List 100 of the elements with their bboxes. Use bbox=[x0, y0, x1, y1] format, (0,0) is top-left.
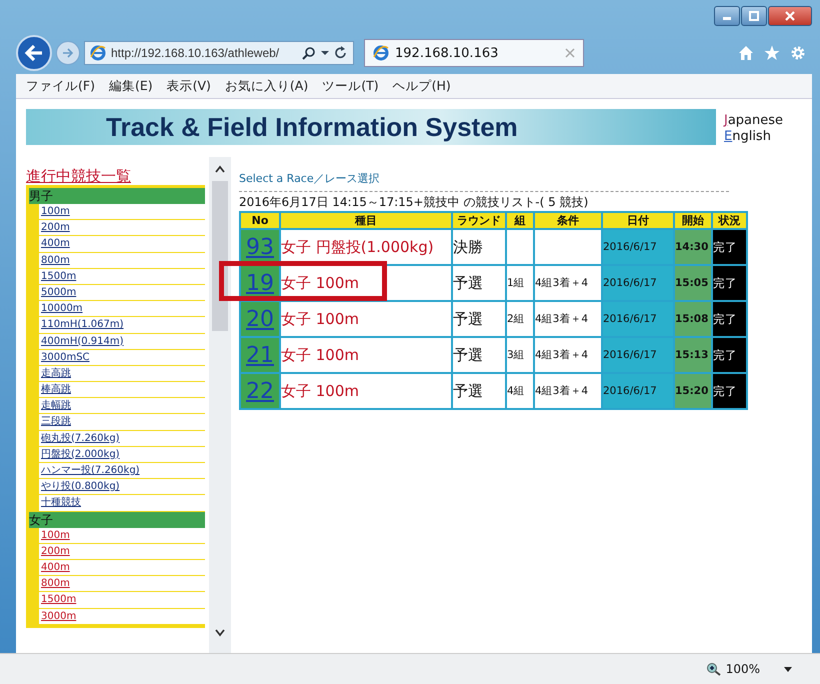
start-time-cell: 15:20 bbox=[675, 374, 711, 408]
tab-title: 192.168.10.163 bbox=[395, 46, 500, 60]
column-header: 日付 bbox=[603, 213, 673, 228]
round-cell: 予選 bbox=[453, 338, 505, 372]
event-cell: 女子 100m bbox=[281, 338, 451, 372]
event-link[interactable]: 400m bbox=[39, 236, 205, 252]
date-cell: 2016/6/17 bbox=[603, 302, 673, 336]
event-link[interactable]: 110mH(1.067m) bbox=[39, 317, 205, 332]
round-cell: 予選 bbox=[453, 374, 505, 408]
event-link[interactable]: 円盤投(2.000kg) bbox=[39, 446, 205, 462]
condition-cell: 4組3着＋4 bbox=[535, 266, 601, 300]
event-link[interactable]: 200m bbox=[39, 220, 205, 236]
column-header: ラウンド bbox=[453, 213, 505, 228]
date-cell: 2016/6/17 bbox=[603, 374, 673, 408]
event-link[interactable]: 100m bbox=[39, 204, 205, 220]
group-cell: 3組 bbox=[507, 338, 533, 372]
condition-cell: 4組3着＋4 bbox=[535, 338, 601, 372]
event-link[interactable]: 棒高跳 bbox=[39, 382, 205, 398]
chevron-down-icon[interactable] bbox=[215, 629, 225, 637]
menu-item[interactable]: ツール(T) bbox=[322, 78, 379, 94]
scrollbar[interactable] bbox=[209, 157, 231, 653]
column-header: 種目 bbox=[281, 213, 451, 228]
section-heading: Select a Race／レース選択 bbox=[239, 171, 380, 186]
event-link[interactable]: 400m bbox=[39, 560, 205, 576]
event-link[interactable]: 800m bbox=[39, 252, 205, 268]
event-cell: 女子 100m bbox=[281, 374, 451, 408]
close-button[interactable] bbox=[768, 6, 812, 26]
event-link[interactable]: 200m bbox=[39, 544, 205, 559]
date-cell: 2016/6/17 bbox=[603, 266, 673, 300]
group-header: 女子 bbox=[29, 512, 205, 528]
event-link[interactable]: 3000m bbox=[39, 608, 205, 624]
event-link[interactable]: ハンマー投(7.260kg) bbox=[39, 463, 205, 478]
event-link[interactable]: 800m bbox=[39, 576, 205, 592]
menu-item[interactable]: 表示(V) bbox=[166, 78, 211, 94]
zoom-icon[interactable] bbox=[706, 662, 722, 676]
arrow-left-icon[interactable] bbox=[24, 44, 44, 62]
condition-cell: 4組3着＋4 bbox=[535, 374, 601, 408]
date-cell: 2016/6/17 bbox=[603, 338, 673, 372]
status-cell: 完了 bbox=[713, 266, 746, 300]
group-header: 男子 bbox=[29, 188, 205, 204]
sidebar-heading[interactable]: 進行中競技一覧 bbox=[26, 167, 205, 185]
scroll-thumb[interactable] bbox=[212, 181, 228, 331]
back-button[interactable] bbox=[16, 35, 52, 71]
event-cell: 女子 100m bbox=[281, 302, 451, 336]
event-link[interactable]: 1500m bbox=[39, 592, 205, 608]
event-link[interactable]: 5000m bbox=[39, 284, 205, 300]
round-cell: 決勝 bbox=[453, 230, 505, 264]
maximize-button[interactable] bbox=[741, 6, 767, 26]
event-link[interactable]: 10000m bbox=[39, 301, 205, 316]
event-link[interactable]: 1500m bbox=[39, 268, 205, 284]
globe-e-icon bbox=[90, 45, 106, 61]
event-link[interactable]: 3000mSC bbox=[39, 350, 205, 365]
group-cell bbox=[507, 230, 533, 264]
group-cell: 1組 bbox=[507, 266, 533, 300]
column-header: 組 bbox=[507, 213, 533, 228]
status-cell: 完了 bbox=[713, 230, 746, 264]
start-time-cell: 15:08 bbox=[675, 302, 711, 336]
title-banner: Track & Field Information System bbox=[26, 109, 716, 145]
event-link[interactable]: 100m bbox=[39, 528, 205, 543]
zoom-level[interactable]: 100% bbox=[726, 662, 760, 676]
star-icon[interactable] bbox=[764, 45, 780, 61]
address-field[interactable]: http://192.168.10.163/athleweb/ bbox=[84, 41, 354, 65]
status-cell: 完了 bbox=[713, 374, 746, 408]
group-cell: 4組 bbox=[507, 374, 533, 408]
event-link[interactable]: 400mH(0.914m) bbox=[39, 334, 205, 349]
event-cell: 女子 円盤投(1.000kg) bbox=[281, 230, 451, 264]
round-cell: 予選 bbox=[453, 266, 505, 300]
event-cell: 女子 100m bbox=[281, 266, 451, 300]
event-link[interactable]: 走幅跳 bbox=[39, 398, 205, 414]
start-time-cell: 14:30 bbox=[675, 230, 711, 264]
refresh-icon[interactable] bbox=[334, 46, 348, 60]
column-header: 開始 bbox=[675, 213, 711, 228]
event-link[interactable]: 三段跳 bbox=[39, 414, 205, 430]
date-cell: 2016/6/17 bbox=[603, 230, 673, 264]
language-link[interactable]: English bbox=[724, 129, 784, 145]
menu-item[interactable]: 編集(E) bbox=[108, 78, 153, 94]
event-link[interactable]: 十種競技 bbox=[39, 495, 205, 511]
menu-item[interactable]: お気に入り(A) bbox=[224, 78, 308, 94]
chevron-up-icon[interactable] bbox=[215, 165, 225, 173]
browser-tab[interactable]: 192.168.10.163 bbox=[364, 39, 584, 67]
event-link[interactable]: 走高跳 bbox=[39, 366, 205, 382]
minimize-button[interactable] bbox=[714, 6, 740, 26]
globe-e-icon bbox=[373, 45, 389, 61]
caret-icon[interactable] bbox=[321, 50, 329, 56]
menu-item[interactable]: ファイル(F) bbox=[26, 78, 95, 94]
column-header: No bbox=[241, 213, 279, 228]
language-link[interactable]: Japanese bbox=[724, 113, 784, 129]
event-link[interactable]: 砲丸投(7.260kg) bbox=[39, 430, 205, 446]
start-time-cell: 15:05 bbox=[675, 266, 711, 300]
round-cell: 予選 bbox=[453, 302, 505, 336]
list-caption: 2016年6月17日 14:15～17:15+競技中 の競技リスト-( 5 競技) bbox=[239, 194, 588, 211]
event-link[interactable]: やり投(0.800kg) bbox=[39, 479, 205, 494]
caret-icon[interactable] bbox=[784, 666, 792, 672]
group-cell: 2組 bbox=[507, 302, 533, 336]
start-time-cell: 15:13 bbox=[675, 338, 711, 372]
condition-cell: 4組3着＋4 bbox=[535, 302, 601, 336]
menu-item[interactable]: ヘルプ(H) bbox=[392, 78, 451, 94]
column-header: 条件 bbox=[535, 213, 601, 228]
status-cell: 完了 bbox=[713, 302, 746, 336]
search-icon[interactable] bbox=[302, 46, 316, 60]
